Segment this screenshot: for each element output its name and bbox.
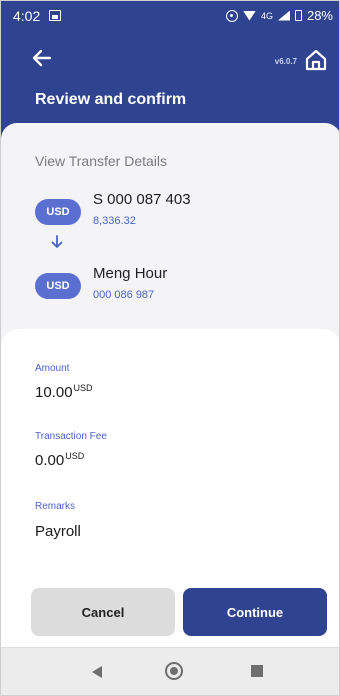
image-icon xyxy=(49,10,61,21)
cancel-button[interactable]: Cancel xyxy=(31,588,175,636)
battery-percent: 28% xyxy=(306,8,333,23)
signal-icon xyxy=(277,10,290,21)
fee-value: 0.00USD xyxy=(35,451,84,469)
status-bar: 4:02 4G 28% xyxy=(1,1,339,31)
details-heading: View Transfer Details xyxy=(35,153,168,169)
to-account-number: 000 086 987 xyxy=(93,289,155,301)
home-icon xyxy=(305,49,327,71)
confirm-sheet: Amount 10.00USD Transaction Fee 0.00USD … xyxy=(1,329,339,647)
nav-home-icon[interactable] xyxy=(165,662,183,680)
back-button[interactable] xyxy=(29,45,55,71)
vibrate-icon xyxy=(225,9,238,22)
arrow-left-icon xyxy=(32,49,52,67)
amount-label: Amount xyxy=(35,363,70,374)
battery-icon xyxy=(294,10,302,21)
from-account-name: S 000 087 403 xyxy=(93,191,191,208)
home-button[interactable] xyxy=(303,47,329,73)
remarks-value: Payroll xyxy=(35,523,81,540)
arrow-down-icon xyxy=(51,235,63,248)
app-version: v6.0.7 xyxy=(274,57,297,66)
from-currency-badge: USD xyxy=(35,199,81,225)
amount-value: 10.00USD xyxy=(35,383,93,401)
nav-back-icon[interactable] xyxy=(92,666,102,678)
amount-currency: USD xyxy=(73,383,93,393)
fee-currency: USD xyxy=(65,451,85,461)
to-currency-badge: USD xyxy=(35,273,81,299)
network-type: 4G xyxy=(260,10,273,21)
amount-number: 10.00 xyxy=(35,384,73,401)
page-title: Review and confirm xyxy=(35,91,187,108)
continue-button[interactable]: Continue xyxy=(183,588,327,636)
status-time: 4:02 xyxy=(13,8,41,24)
system-nav-bar xyxy=(1,647,339,695)
transfer-details-card: View Transfer Details USD S 000 087 403 … xyxy=(1,123,339,363)
remarks-label: Remarks xyxy=(35,501,76,512)
from-account-balance: 8,336.32 xyxy=(93,215,136,227)
status-icons: 4G 28% xyxy=(225,8,333,23)
fee-number: 0.00 xyxy=(35,452,65,469)
nav-recents-icon[interactable] xyxy=(251,665,263,677)
fee-label: Transaction Fee xyxy=(35,431,107,442)
to-account-name: Meng Hour xyxy=(93,265,168,282)
wifi-icon xyxy=(242,10,256,21)
app-screen: 4:02 4G 28% v6.0.7 Review and confirm Vi… xyxy=(0,0,340,696)
